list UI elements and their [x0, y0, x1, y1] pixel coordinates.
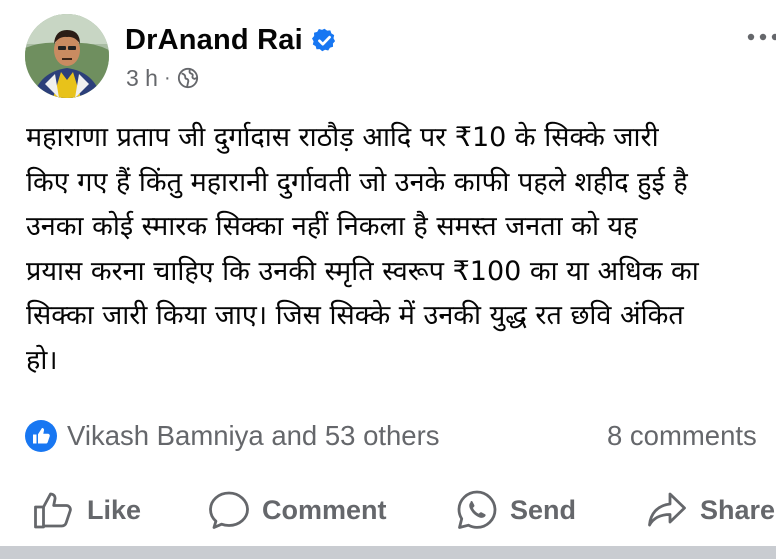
globe-icon[interactable] [177, 67, 199, 89]
reactions-summary[interactable]: Vikash Bamniya and 53 others [25, 418, 440, 454]
comments-count[interactable]: 8 comments [607, 418, 757, 454]
reactions-label: Vikash Bamniya and 53 others [67, 420, 440, 451]
comment-icon [209, 491, 249, 529]
share-button[interactable]: Share [646, 488, 775, 532]
post-text-line: सिक्का जारी किया जाए। जिस सिक्के में उनक… [26, 300, 684, 331]
comment-button[interactable]: Comment [208, 488, 387, 532]
comment-label: Comment [262, 494, 387, 525]
post-text-line: हो। [26, 344, 58, 376]
author-avatar[interactable] [25, 14, 109, 98]
post-divider [0, 546, 776, 559]
author-name[interactable]: DrAnand Rai [125, 24, 303, 57]
like-reaction-icon [25, 420, 57, 452]
like-label: Like [87, 494, 142, 525]
like-button[interactable]: Like [33, 488, 141, 532]
verified-badge-icon [311, 28, 335, 51]
whatsapp-icon [457, 490, 497, 529]
share-label: Share [700, 494, 776, 525]
post-text: महाराणा प्रताप जी दुर्गादास राठौड़ आदि प… [26, 116, 776, 383]
post-text-line: उनका कोई स्मारक सिक्का नहीं निकला है समस… [26, 211, 638, 242]
post-timestamp[interactable]: 3 h [126, 65, 158, 92]
more-horizontal-icon[interactable] [745, 30, 776, 44]
share-icon [648, 492, 686, 527]
post-text-line: किए गए हैं किंतु महारानी दुर्गावती जो उन… [26, 166, 688, 198]
meta-separator: · [163, 66, 171, 89]
thumbs-up-icon [34, 492, 72, 529]
post-text-line: महाराणा प्रताप जी दुर्गादास राठौड़ आदि प… [26, 122, 659, 153]
send-label: Send [510, 494, 577, 525]
send-button[interactable]: Send [456, 488, 576, 532]
avatar-image [25, 14, 109, 98]
post-text-line: प्रयास करना चाहिए कि उनकी स्मृति स्वरूप … [26, 255, 699, 287]
